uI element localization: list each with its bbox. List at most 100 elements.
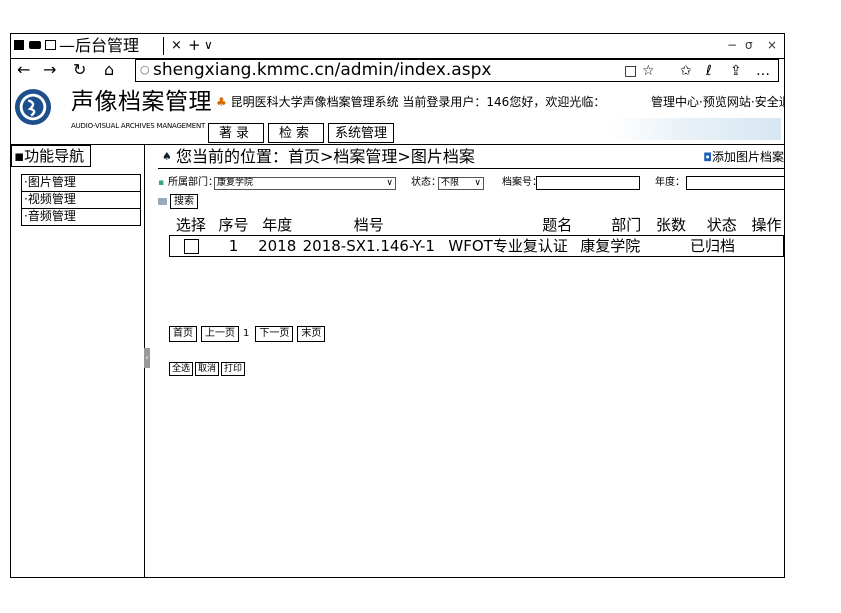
header-decoration: [611, 118, 781, 140]
bulk-actions: 全选 取消 打印: [169, 362, 247, 376]
sidebar-collapse-handle[interactable]: ‹: [144, 348, 150, 368]
col-index: 序号: [218, 216, 249, 234]
dept-select-value: 康复学院: [217, 178, 254, 188]
welcome-message: 昆明医科大学声像档案管理系统 当前登录用户：146您好，欢迎光临：: [230, 95, 606, 109]
status-select[interactable]: 不限 ∨: [438, 177, 484, 190]
tab-close-icon[interactable]: ×: [171, 36, 182, 56]
tab-dropdown-icon[interactable]: ∨: [204, 35, 213, 55]
search-button[interactable]: 搜索: [170, 194, 198, 209]
pager: 首页 上一页 1 下一页 末页: [169, 326, 329, 342]
current-page: 1: [243, 328, 250, 339]
sidebar-item-audio[interactable]: ·音频管理: [22, 209, 140, 225]
col-archive-no: 档号: [353, 216, 384, 234]
tab-separator: [163, 37, 164, 55]
row-count: [643, 235, 688, 257]
sidebar-item-videos[interactable]: ·视频管理: [22, 192, 140, 209]
new-tab-icon[interactable]: +: [188, 35, 201, 55]
nav-system-button[interactable]: 系统管理: [328, 123, 395, 143]
breadcrumb-text: 您当前的位置：首页>档案管理>图片档案: [176, 147, 475, 166]
print-button[interactable]: 打印: [221, 362, 246, 376]
sidebar-item-label: 图片管理: [27, 175, 76, 189]
sidebar-menu: ·图片管理 ·视频管理 ·音频管理: [21, 174, 141, 226]
col-count: 张数: [655, 216, 686, 234]
table-header-row: 选择 序号 年度 档号 题名 部门 张数 状态 操作: [170, 215, 784, 236]
sidebar: ▪功能导航 ·图片管理 ·视频管理 ·音频管理: [11, 144, 145, 577]
minimize-icon[interactable]: −: [727, 36, 737, 54]
tab-title[interactable]: —后台管理: [59, 36, 139, 56]
browser-window: —后台管理 × + ∨ − σ × ← → ↻ ⌂ ○ shengxiang.k…: [10, 33, 785, 578]
main-content: ♠ 您当前的位置：首页>档案管理>图片档案 ◘添加图片档案 ▪ 所属部门： 康复…: [158, 146, 784, 576]
sidebar-item-images[interactable]: ·图片管理: [22, 175, 140, 192]
add-image-archive-link[interactable]: ◘添加图片档案: [703, 149, 784, 166]
prev-page-button[interactable]: 上一页: [201, 326, 239, 342]
filter-bar: ▪ 所属部门： 康复学院 ∨ 状态： 不限 ∨ 档案号： 年度：: [158, 174, 784, 192]
cancel-button[interactable]: 取消: [195, 362, 220, 376]
archive-table: 选择 序号 年度 档号 题名 部门 张数 状态 操作 1 2018 2018-S…: [169, 215, 784, 257]
share-icon[interactable]: ⇪: [730, 62, 742, 80]
sidebar-item-label: 视频管理: [27, 192, 76, 206]
nav-catalog-button[interactable]: 著录: [208, 123, 265, 143]
row-checkbox[interactable]: [183, 239, 199, 254]
site-header: 声像档案管理 AUDIO-VISUAL ARCHIVES MANAGEMENT …: [11, 84, 784, 145]
back-icon[interactable]: ←: [17, 60, 30, 80]
row-year: 2018: [254, 235, 300, 257]
sidebar-item-label: 音频管理: [27, 209, 76, 223]
link-preview-site[interactable]: 预览网站: [703, 95, 751, 109]
col-status: 状态: [706, 216, 737, 234]
status-label: 状态：: [411, 177, 441, 188]
address-bar[interactable]: ○ shengxiang.kmmc.cn/admin/index.aspx □ …: [135, 59, 779, 82]
reading-view-icon[interactable]: □: [624, 62, 637, 80]
favorite-star-icon[interactable]: ☆: [642, 62, 655, 80]
maximize-icon[interactable]: σ: [745, 36, 753, 54]
tab-preview-icon[interactable]: [29, 41, 41, 49]
nav-search-button[interactable]: 检索: [268, 123, 325, 143]
more-icon[interactable]: …: [756, 62, 770, 80]
university-logo-icon: [14, 88, 52, 126]
site-info-icon[interactable]: ○: [140, 63, 150, 76]
dept-select[interactable]: 康复学院 ∨: [214, 177, 396, 190]
add-icon: ◘: [703, 151, 712, 164]
first-page-button[interactable]: 首页: [169, 326, 197, 342]
tab-manager-icon[interactable]: [14, 40, 24, 50]
refresh-icon[interactable]: ↻: [73, 60, 86, 80]
chevron-down-icon: ∨: [386, 178, 393, 188]
address-row: ← → ↻ ⌂ ○ shengxiang.kmmc.cn/admin/index…: [11, 58, 784, 85]
table-row: 1 2018 2018-SX1.146-Y-1 WFOT专业复认证 康复学院 已…: [169, 235, 784, 257]
site-name: 声像档案管理: [71, 89, 212, 115]
col-title: 题名: [542, 216, 573, 234]
col-department: 部门: [611, 216, 642, 234]
pen-icon[interactable]: ℓ: [706, 62, 712, 80]
home-icon[interactable]: ⌂: [104, 60, 114, 80]
tab-bar: —后台管理 × + ∨ − σ ×: [11, 34, 784, 59]
favorites-hub-icon[interactable]: ✩: [680, 62, 692, 80]
close-window-icon[interactable]: ×: [767, 36, 777, 54]
top-nav: 著录 检索 系统管理: [208, 122, 398, 143]
dept-label: 所属部门：: [168, 177, 218, 188]
row-archive-no: 2018-SX1.146-Y-1: [299, 235, 439, 257]
col-actions: 操作: [751, 216, 782, 234]
row-actions[interactable]: [738, 235, 784, 257]
select-all-button[interactable]: 全选: [169, 362, 194, 376]
link-admin-center[interactable]: 管理中心: [651, 95, 699, 109]
forward-icon[interactable]: →: [43, 60, 56, 80]
link-logout[interactable]: 安全退出: [755, 95, 784, 109]
row-department: 康复学院: [578, 235, 644, 257]
sidebar-title-label: 功能导航: [24, 147, 85, 165]
row-title[interactable]: WFOT专业复认证: [438, 235, 579, 257]
sidebar-title[interactable]: ▪功能导航: [11, 145, 91, 167]
col-select: 选择: [175, 216, 206, 234]
status-select-value: 不限: [441, 178, 460, 188]
row-index: 1: [212, 235, 255, 257]
window-icon: [45, 40, 56, 50]
flower-icon: ♣: [216, 95, 227, 109]
row-status: 已归档: [687, 235, 739, 257]
chevron-down-icon: ∨: [474, 178, 481, 188]
archive-no-input[interactable]: [536, 176, 640, 190]
last-page-button[interactable]: 末页: [297, 326, 326, 342]
year-input[interactable]: [686, 176, 784, 190]
url-text[interactable]: shengxiang.kmmc.cn/admin/index.aspx: [153, 60, 491, 81]
add-image-archive-label: 添加图片档案: [711, 150, 784, 164]
next-page-button[interactable]: 下一页: [255, 326, 294, 342]
quick-links: 管理中心·预览网站·安全退出: [651, 94, 784, 110]
site-subtitle: AUDIO-VISUAL ARCHIVES MANAGEMENT: [71, 122, 206, 130]
